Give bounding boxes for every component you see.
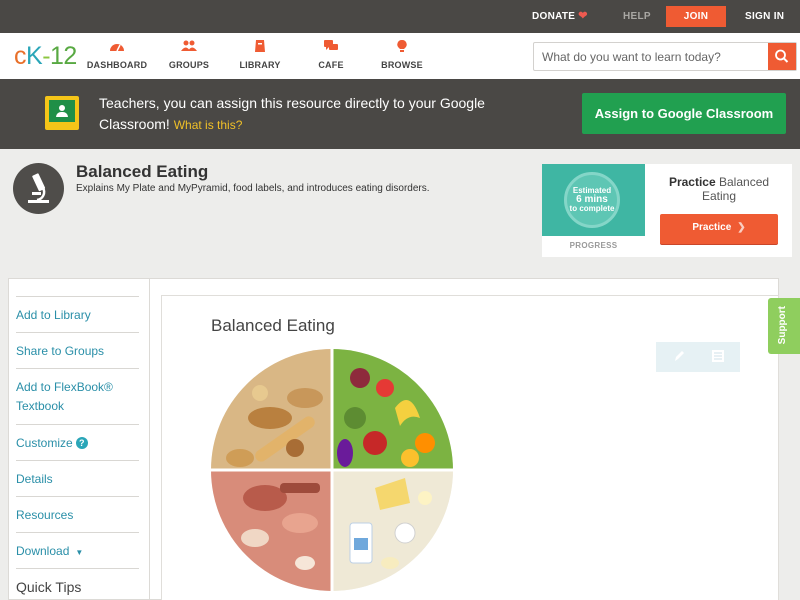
- practice-button-label: Practice: [692, 222, 732, 233]
- resources-link[interactable]: Resources: [16, 496, 139, 525]
- dashboard-icon: [77, 39, 157, 57]
- practice-button[interactable]: Practice ❯: [660, 214, 778, 244]
- practice-thumbnail: Estimated 6 mins to complete: [542, 164, 645, 236]
- logo-c: c: [14, 42, 27, 70]
- support-tab[interactable]: Support: [768, 298, 800, 354]
- help-link[interactable]: HELP: [623, 0, 651, 33]
- classroom-message: Teachers, you can assign this resource d…: [99, 95, 485, 132]
- microscope-icon: [13, 163, 64, 214]
- chevron-right-icon: ❯: [737, 222, 746, 233]
- download-label: Download: [16, 544, 70, 558]
- ck12-logo[interactable]: cK-12: [14, 42, 77, 71]
- browse-icon: [362, 39, 442, 57]
- content-frame: Add to Library Share to Groups Add to Fl…: [8, 278, 779, 600]
- donate-link[interactable]: DONATE ❤: [532, 0, 588, 33]
- pencil-icon[interactable]: [671, 348, 687, 364]
- nav-cafe-label: CAFE: [318, 60, 344, 70]
- google-classroom-icon: [45, 96, 79, 130]
- support-label: Support: [777, 306, 788, 345]
- quick-tips-heading: Quick Tips: [16, 568, 139, 597]
- resource-description: Explains My Plate and MyPyramid, food la…: [76, 183, 430, 194]
- search-icon: [775, 49, 789, 63]
- assign-to-classroom-button[interactable]: Assign to Google Classroom: [582, 93, 786, 134]
- practice-title: Practice Balanced Eating: [660, 175, 778, 203]
- annotation-toolbar: [656, 342, 740, 372]
- nav-groups[interactable]: GROUPS: [149, 39, 229, 70]
- search-box: [533, 42, 797, 71]
- details-link[interactable]: Details: [16, 460, 139, 489]
- estimated-time-circle: Estimated 6 mins to complete: [564, 172, 620, 228]
- share-to-groups-link[interactable]: Share to Groups: [16, 332, 139, 361]
- logo-dash: -: [42, 42, 51, 70]
- library-icon: [220, 39, 300, 57]
- to-complete-label: to complete: [569, 204, 615, 213]
- download-dropdown[interactable]: Download ▼: [16, 532, 139, 562]
- content-title: Balanced Eating: [211, 316, 335, 335]
- groups-icon: [149, 39, 229, 57]
- classroom-banner-text: Teachers, you can assign this resource d…: [99, 93, 539, 136]
- nav-dashboard[interactable]: DASHBOARD: [77, 39, 157, 70]
- google-classroom-banner: Teachers, you can assign this resource d…: [0, 79, 800, 149]
- search-button[interactable]: [768, 43, 796, 70]
- cafe-icon: [291, 39, 371, 57]
- heart-icon: ❤: [578, 10, 588, 22]
- nav-groups-label: GROUPS: [168, 60, 210, 70]
- resource-sidebar: Add to Library Share to Groups Add to Fl…: [9, 279, 150, 599]
- practice-card: Estimated 6 mins to complete PROGRESS Pr…: [542, 164, 792, 257]
- nav-library-label: LIBRARY: [239, 60, 281, 70]
- sign-in-link[interactable]: SIGN IN: [745, 0, 784, 33]
- nav-dashboard-label: DASHBOARD: [86, 60, 148, 70]
- resource-title: Balanced Eating: [76, 162, 209, 181]
- help-question-icon[interactable]: ?: [75, 437, 88, 449]
- caret-down-icon: ▼: [75, 548, 84, 557]
- main-nav: cK-12 DASHBOARD GROUPS LIBRARY CAFE BROW…: [0, 33, 800, 79]
- nav-browse[interactable]: BROWSE: [362, 39, 442, 70]
- join-button[interactable]: JOIN: [666, 6, 726, 27]
- add-to-library-link[interactable]: Add to Library: [16, 296, 139, 325]
- customize-link[interactable]: Customize?: [16, 424, 139, 453]
- add-to-flexbook-link[interactable]: Add to FlexBook® Textbook: [16, 368, 139, 416]
- estimated-mins: 6 mins: [576, 194, 608, 205]
- progress-label: PROGRESS: [569, 241, 618, 250]
- nav-library[interactable]: LIBRARY: [220, 39, 300, 70]
- logo-k: K: [26, 42, 43, 70]
- logo-12: 12: [50, 42, 77, 70]
- balanced-diet-food-image: [211, 349, 453, 591]
- nav-browse-label: BROWSE: [381, 60, 423, 70]
- nav-cafe[interactable]: CAFE: [291, 39, 371, 70]
- top-utility-bar: DONATE ❤ HELP JOIN SIGN IN: [0, 0, 800, 33]
- resource-content: Balanced Eating: [161, 295, 779, 600]
- practice-title-bold: Practice: [668, 175, 716, 189]
- search-input[interactable]: [534, 43, 768, 70]
- customize-label: Customize: [16, 436, 73, 450]
- notes-icon[interactable]: [710, 348, 726, 364]
- donate-label: DONATE: [532, 11, 576, 22]
- what-is-this-link[interactable]: What is this?: [174, 118, 243, 132]
